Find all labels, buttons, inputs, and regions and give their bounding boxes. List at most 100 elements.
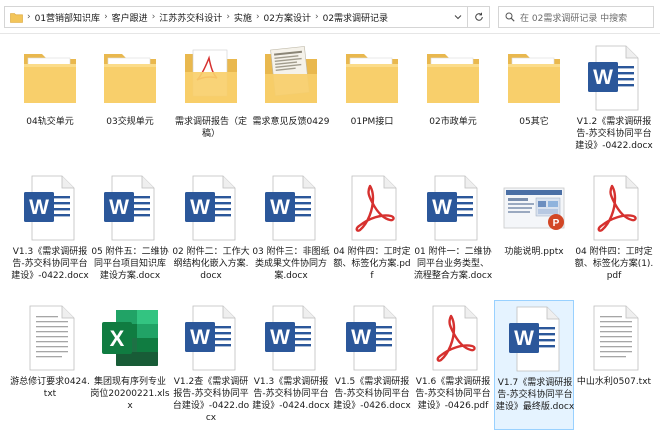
- search-input[interactable]: 在 02需求调研记录 中搜索: [520, 11, 627, 24]
- search-icon: [505, 12, 515, 22]
- svg-text:W: W: [432, 196, 452, 219]
- file-icon-wrapper: W: [259, 172, 323, 244]
- breadcrumb-item[interactable]: 江苏苏交科设计: [157, 11, 224, 24]
- file-item-excel[interactable]: X 集团现有序列专业岗位20200221.xlsx: [90, 300, 170, 430]
- svg-text:W: W: [351, 326, 371, 349]
- word-document-icon: W: [185, 175, 236, 241]
- file-icon-wrapper: [18, 302, 82, 374]
- file-name-label: 04 附件四：工时定额、标签化方案.pdf: [333, 247, 411, 281]
- breadcrumb-item[interactable]: 02方案设计: [262, 11, 313, 24]
- breadcrumb-chevron-icon[interactable]: ›: [313, 12, 321, 22]
- breadcrumb-chevron-icon[interactable]: ›: [150, 12, 158, 22]
- file-item-txt[interactable]: 中山水利0507.txt: [574, 300, 654, 430]
- word-document-icon: W: [346, 305, 397, 371]
- breadcrumb-item[interactable]: 实施: [232, 11, 254, 24]
- breadcrumb-chevron-icon[interactable]: ›: [102, 12, 110, 22]
- file-item-word[interactable]: W V1.2查《需求调研报告-苏交科协同平台建设》-0422.docx: [171, 300, 251, 430]
- file-item-folder[interactable]: 02市政单元: [413, 40, 493, 170]
- file-item-folder-pdf[interactable]: 需求调研报告（定稿）: [171, 40, 251, 170]
- word-document-icon: W: [265, 305, 316, 371]
- address-bar[interactable]: › 01营销部知识库 › 客户跟进 › 江苏苏交科设计 › 实施 › 02方案设…: [4, 6, 490, 28]
- excel-spreadsheet-icon: X: [102, 310, 158, 366]
- file-icon-wrapper: [582, 172, 646, 244]
- file-item-word[interactable]: W 02 附件二：工作大纲结构化嵌入方案.docx: [171, 170, 251, 300]
- file-icon-wrapper: [98, 42, 162, 114]
- file-icon-wrapper: [259, 42, 323, 114]
- folder-icon: [104, 54, 156, 103]
- file-item-word[interactable]: W V1.5《需求调研报告-苏交科协同平台建设》-0426.docx: [332, 300, 412, 430]
- file-item-word[interactable]: W 01 附件一：二维协同平台业务类型、流程整合方案.docx: [413, 170, 493, 300]
- file-item-word[interactable]: W 03 附件三：非图纸类成果文件协同方案.docx: [251, 170, 331, 300]
- breadcrumb-chevron-icon[interactable]: ›: [254, 12, 262, 22]
- svg-text:W: W: [514, 327, 534, 350]
- text-file-icon: [29, 305, 75, 371]
- pdf-document-icon: [351, 175, 397, 241]
- file-name-label: 04轨交单元: [26, 117, 74, 127]
- file-icon-wrapper: [340, 42, 404, 114]
- file-item-folder-doc[interactable]: 需求意见反馈0429: [251, 40, 331, 170]
- breadcrumb-chevron-icon[interactable]: ›: [25, 12, 33, 22]
- file-icon-wrapper: W: [421, 172, 485, 244]
- file-name-label: 游总修订要求0424.txt: [10, 377, 90, 399]
- folder-icon: [24, 54, 76, 103]
- word-document-icon: W: [104, 175, 155, 241]
- breadcrumb-item[interactable]: 01营销部知识库: [33, 11, 102, 24]
- file-item-pdf[interactable]: 04 附件四：工时定额、标签化方案.pdf: [332, 170, 412, 300]
- svg-text:W: W: [190, 326, 210, 349]
- search-box[interactable]: 在 02需求调研记录 中搜索: [498, 6, 654, 28]
- svg-text:W: W: [109, 196, 129, 219]
- pdf-document-icon: [593, 175, 639, 241]
- folder-with-document-icon: [265, 46, 317, 103]
- file-item-word[interactable]: W V1.2《需求调研报告-苏交科协同平台建设》-0422.docx: [574, 40, 654, 170]
- file-icon-wrapper: W: [582, 42, 646, 114]
- file-item-folder[interactable]: 01PM接口: [332, 40, 412, 170]
- svg-text:W: W: [270, 326, 290, 349]
- file-item-folder[interactable]: 03交规单元: [90, 40, 170, 170]
- file-item-folder[interactable]: 04轨交单元: [10, 40, 90, 170]
- file-name-label: 02 附件二：工作大纲结构化嵌入方案.docx: [172, 247, 250, 281]
- file-item-txt[interactable]: 游总修订要求0424.txt: [10, 300, 90, 430]
- file-item-word[interactable]: W 05 附件五：二维协同平台项目知识库建设方案.docx: [90, 170, 170, 300]
- file-name-label: 需求意见反馈0429: [252, 117, 330, 127]
- folder-icon: [9, 10, 23, 24]
- folder-icon: [508, 54, 560, 103]
- file-icon-wrapper: [502, 42, 566, 114]
- file-name-label: V1.7《需求调研报告-苏交科协同平台建设》最终版.docx: [495, 378, 575, 412]
- file-icon-wrapper: W: [340, 302, 404, 374]
- breadcrumb-item[interactable]: 客户跟进: [110, 11, 150, 24]
- file-name-label: 中山水利0507.txt: [576, 377, 652, 387]
- file-icon-wrapper: W: [98, 172, 162, 244]
- file-name-label: V1.2《需求调研报告-苏交科协同平台建设》-0422.docx: [575, 117, 653, 151]
- file-item-pdf[interactable]: V1.6《需求调研报告-苏交科协同平台建设》-0426.pdf: [413, 300, 493, 430]
- svg-text:X: X: [110, 326, 125, 351]
- file-name-label: V1.3《需求调研报告-苏交科协同平台建设》-0424.docx: [252, 377, 330, 411]
- file-name-label: 05其它: [519, 117, 549, 127]
- file-item-word[interactable]: W V1.3《需求调研报告-苏交科协同平台建设》-0424.docx: [251, 300, 331, 430]
- explorer-toolbar: › 01营销部知识库 › 客户跟进 › 江苏苏交科设计 › 实施 › 02方案设…: [0, 0, 660, 34]
- file-name-label: V1.6《需求调研报告-苏交科协同平台建设》-0426.pdf: [415, 377, 491, 411]
- breadcrumb-item-current[interactable]: 02需求调研记录: [321, 11, 390, 24]
- pdf-document-icon: [432, 305, 478, 371]
- folder-icon: [427, 54, 479, 103]
- file-name-label: 01PM接口: [350, 117, 394, 127]
- file-icon-wrapper: X: [98, 302, 162, 374]
- file-icon-wrapper: [18, 42, 82, 114]
- file-item-pptx[interactable]: P 功能说明.pptx: [494, 170, 574, 300]
- file-icon-wrapper: W: [18, 172, 82, 244]
- address-history-button[interactable]: [449, 7, 467, 27]
- word-document-icon: W: [427, 175, 478, 241]
- word-document-icon: W: [185, 305, 236, 371]
- refresh-icon: [474, 12, 483, 21]
- file-item-pdf[interactable]: 04 附件四：工时定额、标签化方案(1).pdf: [574, 170, 654, 300]
- chevron-down-icon: [454, 15, 462, 20]
- file-icon-wrapper: W: [179, 172, 243, 244]
- breadcrumb: › 01营销部知识库 › 客户跟进 › 江苏苏交科设计 › 实施 › 02方案设…: [23, 7, 449, 27]
- breadcrumb-chevron-icon[interactable]: ›: [224, 12, 232, 22]
- file-item-word[interactable]: W V1.3《需求调研报告-苏交科协同平台建设》-0422.docx: [10, 170, 90, 300]
- refresh-button[interactable]: [467, 7, 489, 27]
- file-item-word[interactable]: W V1.7《需求调研报告-苏交科协同平台建设》最终版.docx: [494, 300, 574, 430]
- file-name-label: V1.2查《需求调研报告-苏交科协同平台建设》-0422.docx: [172, 377, 250, 423]
- file-name-label: 集团现有序列专业岗位20200221.xlsx: [90, 377, 170, 411]
- file-grid: 04轨交单元 03交规单元 需求调研报告（定稿） 需求意见反馈0429 01PM…: [10, 38, 656, 430]
- file-item-folder[interactable]: 05其它: [494, 40, 574, 170]
